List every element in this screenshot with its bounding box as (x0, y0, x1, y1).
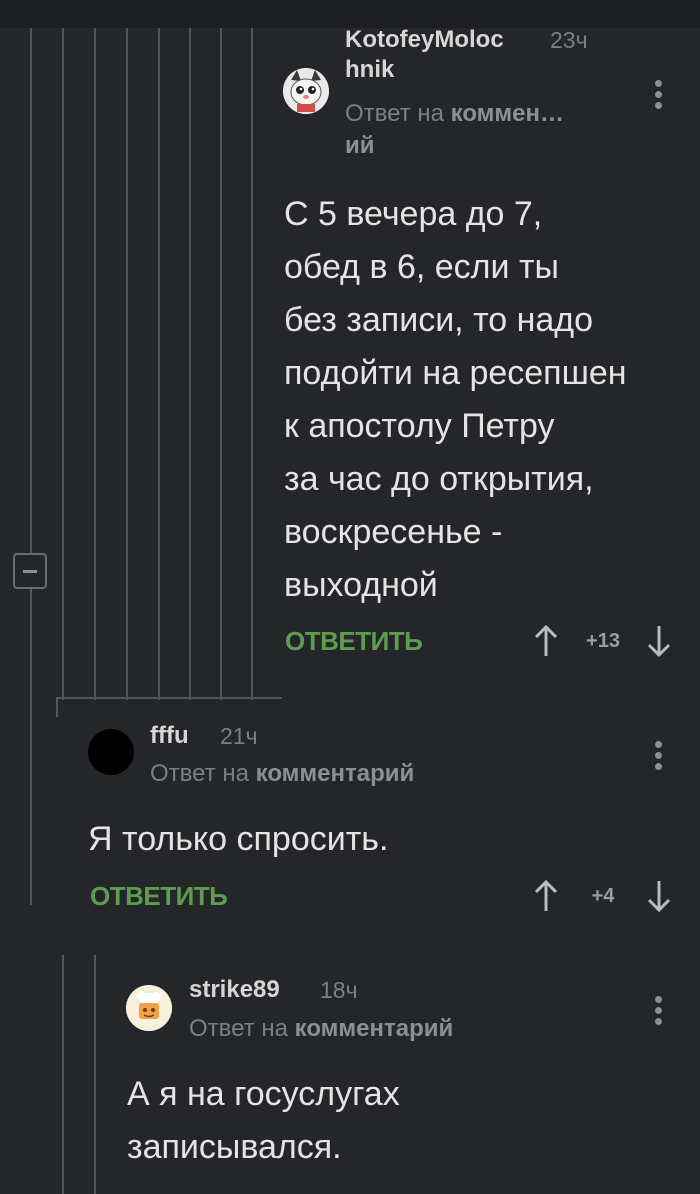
comment-author[interactable]: fffu (150, 721, 189, 751)
kebab-menu-icon[interactable] (655, 996, 665, 1029)
rating-value: +13 (586, 630, 620, 652)
arrow-up-icon[interactable] (534, 879, 558, 913)
comment-body: А я на госуслугах записывался. (127, 1075, 400, 1166)
reply-button[interactable]: ОТВЕТИТЬ (90, 881, 228, 911)
comment-time: 23ч (550, 27, 588, 53)
comment-time: 21ч (220, 723, 258, 749)
kebab-menu-icon[interactable] (655, 741, 665, 774)
rating-value: +4 (591, 885, 615, 907)
arrow-down-icon[interactable] (647, 624, 671, 658)
reply-to-label[interactable]: Ответ на комментарий (150, 758, 414, 790)
comment-body: Я только спросить. (88, 820, 389, 858)
reply-button[interactable]: ОТВЕТИТЬ (285, 626, 423, 656)
comment-author[interactable]: strike89 (189, 975, 280, 1005)
collapse-thread-button[interactable] (13, 553, 47, 589)
black-circle-avatar[interactable] (88, 729, 134, 775)
chef-avatar-icon[interactable] (126, 985, 172, 1031)
cat-avatar-icon[interactable] (283, 68, 329, 114)
top-bar (0, 0, 700, 28)
comment-body: С 5 вечера до 7, обед в 6, если ты без з… (284, 195, 627, 604)
reply-to-label[interactable]: Ответ на коммен… ий (345, 98, 564, 162)
comment-time: 18ч (320, 977, 358, 1003)
kebab-menu-icon[interactable] (655, 80, 665, 113)
reply-to-label[interactable]: Ответ на комментарий (189, 1013, 453, 1045)
arrow-up-icon[interactable] (534, 624, 558, 658)
arrow-down-icon[interactable] (647, 879, 671, 913)
comment-author[interactable]: KotofeyMoloc hnik (345, 25, 504, 85)
